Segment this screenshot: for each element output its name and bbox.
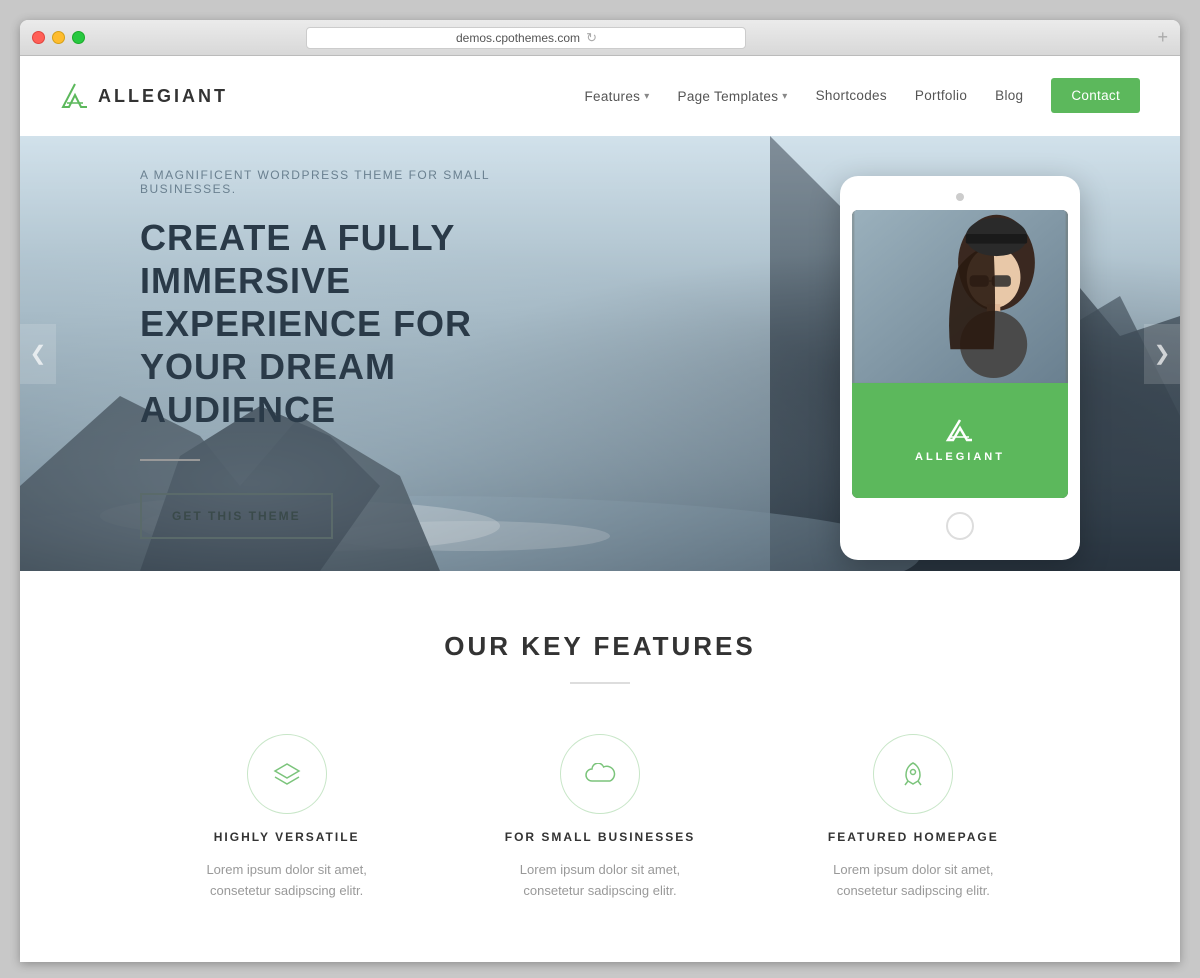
address-bar[interactable]: demos.cpothemes.com ↻ xyxy=(306,27,746,49)
traffic-lights xyxy=(32,31,85,44)
fullscreen-button[interactable] xyxy=(72,31,85,44)
nav-item-contact[interactable]: Contact xyxy=(1051,87,1140,105)
feature-item-businesses: FOR SMALL BUSINESSES Lorem ipsum dolor s… xyxy=(463,734,736,902)
nav-item-blog[interactable]: Blog xyxy=(995,87,1023,105)
tablet-home-button xyxy=(946,512,974,540)
feature-icon-businesses xyxy=(560,734,640,814)
tablet-screen: ALLEGIANT xyxy=(852,210,1068,498)
logo-text: ALLEGIANT xyxy=(98,86,228,107)
url-text: demos.cpothemes.com xyxy=(456,31,580,45)
features-title: OUR KEY FEATURES xyxy=(60,631,1140,662)
feature-name-homepage: FEATURED HOMEPAGE xyxy=(828,830,999,844)
rocket-icon xyxy=(900,761,926,787)
tablet-mockup: ALLEGIANT xyxy=(840,176,1080,560)
nav-link-shortcodes[interactable]: Shortcodes xyxy=(816,88,887,103)
feature-item-homepage: FEATURED HOMEPAGE Lorem ipsum dolor sit … xyxy=(777,734,1050,902)
navbar: ALLEGIANT Features Page Templates Shortc… xyxy=(20,56,1180,136)
hero-title: CREATE A FULLY IMMERSIVE EXPERIENCE FOR … xyxy=(140,216,580,432)
website-content: ALLEGIANT Features Page Templates Shortc… xyxy=(20,56,1180,962)
feature-name-versatile: HIGHLY VERSATILE xyxy=(214,830,360,844)
feature-icon-versatile xyxy=(247,734,327,814)
feature-desc-homepage: Lorem ipsum dolor sit amet, consetetur s… xyxy=(803,860,1023,902)
hero-content: A MAGNIFICENT WORDPRESS THEME FOR SMALL … xyxy=(20,168,580,540)
nav-link-features[interactable]: Features xyxy=(585,89,650,104)
logo-icon xyxy=(60,81,90,111)
cloud-icon xyxy=(584,763,616,785)
new-tab-button[interactable]: + xyxy=(1157,27,1168,48)
tablet-camera xyxy=(956,193,964,201)
nav-link-blog[interactable]: Blog xyxy=(995,88,1023,103)
browser-titlebar: demos.cpothemes.com ↻ + xyxy=(20,20,1180,56)
features-divider xyxy=(570,682,630,684)
feature-desc-versatile: Lorem ipsum dolor sit amet, consetetur s… xyxy=(177,860,397,902)
nav-link-contact[interactable]: Contact xyxy=(1051,78,1140,113)
nav-link-portfolio[interactable]: Portfolio xyxy=(915,88,967,103)
tablet-photo xyxy=(852,210,1068,383)
features-section: OUR KEY FEATURES HIGHLY VERSATILE Lorem … xyxy=(20,571,1180,962)
nav-item-shortcodes[interactable]: Shortcodes xyxy=(816,87,887,105)
tablet-logo-icon xyxy=(944,418,976,447)
feature-icon-homepage xyxy=(873,734,953,814)
nav-menu: Features Page Templates Shortcodes Portf… xyxy=(585,87,1141,105)
logo[interactable]: ALLEGIANT xyxy=(60,81,228,111)
tablet-brand-bar: ALLEGIANT xyxy=(852,383,1068,498)
minimize-button[interactable] xyxy=(52,31,65,44)
feature-desc-businesses: Lorem ipsum dolor sit amet, consetetur s… xyxy=(490,860,710,902)
browser-window: demos.cpothemes.com ↻ + ALLEGIANT Featur… xyxy=(20,20,1180,962)
hero-next-arrow[interactable]: ❯ xyxy=(1144,324,1180,384)
hero-cta-button[interactable]: GET THIS THEME xyxy=(140,493,333,539)
nav-item-features[interactable]: Features xyxy=(585,89,650,104)
nav-link-page-templates[interactable]: Page Templates xyxy=(678,89,788,104)
tablet-brand-text: ALLEGIANT xyxy=(915,451,1005,463)
chevron-right-icon: ❯ xyxy=(1154,341,1171,366)
feature-item-versatile: HIGHLY VERSATILE Lorem ipsum dolor sit a… xyxy=(150,734,423,902)
features-grid: HIGHLY VERSATILE Lorem ipsum dolor sit a… xyxy=(150,734,1050,902)
chevron-left-icon: ❮ xyxy=(30,341,47,366)
woman-illustration xyxy=(852,210,1068,383)
hero-subtitle: A MAGNIFICENT WORDPRESS THEME FOR SMALL … xyxy=(140,168,580,196)
reload-icon[interactable]: ↻ xyxy=(586,30,597,46)
tablet-outer: ALLEGIANT xyxy=(840,176,1080,560)
hero-section: ❮ A MAGNIFICENT WORDPRESS THEME FOR SMAL… xyxy=(20,136,1180,571)
hero-prev-arrow[interactable]: ❮ xyxy=(20,324,56,384)
feature-name-businesses: FOR SMALL BUSINESSES xyxy=(505,830,695,844)
nav-item-portfolio[interactable]: Portfolio xyxy=(915,87,967,105)
nav-item-page-templates[interactable]: Page Templates xyxy=(678,89,788,104)
close-button[interactable] xyxy=(32,31,45,44)
hero-divider xyxy=(140,459,200,461)
layers-icon xyxy=(273,763,301,785)
